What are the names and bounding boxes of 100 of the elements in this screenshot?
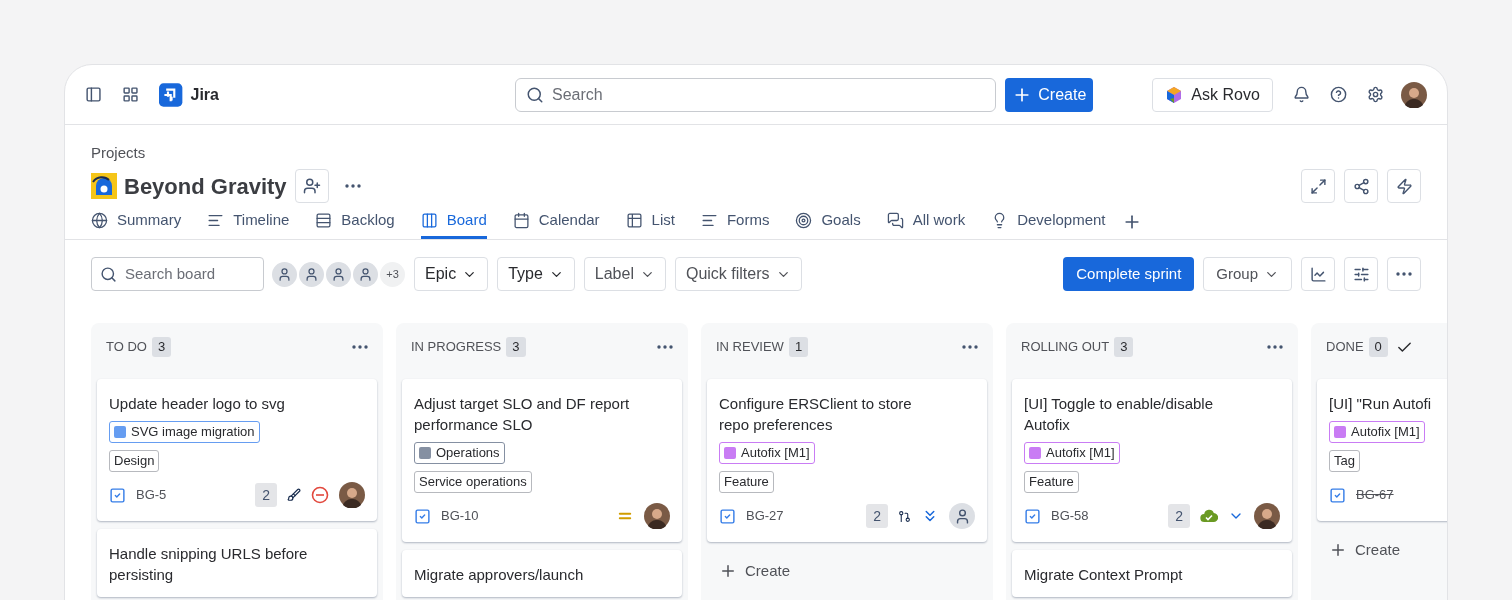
product-name[interactable]: Jira	[190, 82, 219, 107]
complete-sprint-button[interactable]: Complete sprint	[1063, 257, 1195, 291]
nav-tab[interactable]: List	[625, 205, 675, 239]
column-menu-icon[interactable]	[352, 345, 368, 349]
column-count: 3	[506, 337, 526, 357]
group-dropdown[interactable]: Group	[1203, 257, 1292, 291]
user-plus-icon	[302, 177, 321, 195]
filter-dropdown[interactable]: Epic	[414, 257, 489, 291]
create-link[interactable]: Create	[1329, 539, 1401, 562]
filter-dropdown[interactable]: Type	[497, 257, 575, 291]
jira-logo-icon[interactable]	[159, 81, 183, 108]
create-button[interactable]: Create	[1005, 77, 1094, 112]
calendar-icon	[512, 212, 530, 229]
unassigned-avatar	[949, 503, 975, 529]
search-icon	[100, 265, 117, 283]
search-input[interactable]: Search	[552, 82, 986, 107]
column-count: 1	[788, 337, 809, 357]
issue-key[interactable]: BG-27	[746, 506, 784, 526]
column-count: 3	[151, 337, 172, 357]
label-tag[interactable]: Service operations	[414, 471, 532, 493]
more-button[interactable]	[1387, 257, 1421, 291]
nav-tab[interactable]: Board	[420, 205, 487, 239]
card[interactable]: Migrate approvers/launch	[402, 550, 682, 597]
pull-request-icon	[898, 509, 911, 523]
column-title: TO DO	[106, 338, 147, 357]
nav-tab[interactable]: Timeline	[207, 205, 290, 239]
create-link[interactable]: Create	[719, 560, 791, 583]
epic-tag[interactable]: Autofix [M1]	[719, 442, 815, 464]
nav-tab[interactable]: Goals	[795, 205, 861, 239]
people-filter-avatar[interactable]	[353, 261, 378, 287]
ask-rovo-button[interactable]: Ask Rovo	[1152, 77, 1273, 112]
project-avatar-icon[interactable]	[91, 173, 117, 199]
nav-tab[interactable]: Summary	[91, 205, 182, 239]
rovo-logo-icon	[1165, 85, 1184, 104]
epic-name: SVG image migration	[131, 423, 255, 442]
add-people-button[interactable]	[294, 169, 329, 203]
automation-button[interactable]	[1387, 169, 1421, 203]
board-search-input[interactable]: Search board	[125, 262, 245, 286]
people-filter-avatar[interactable]	[326, 261, 351, 287]
card-title: Migrate approvers/launch	[414, 565, 585, 585]
epic-tag[interactable]: Operations	[414, 442, 505, 464]
card-title: Handle snipping URLS before persisting	[109, 544, 309, 585]
insights-button[interactable]	[1301, 257, 1335, 291]
board-search-field[interactable]: Search board	[91, 257, 264, 291]
task-icon	[414, 507, 431, 525]
settings-icon[interactable]	[1366, 85, 1384, 104]
count-badge: 2	[866, 504, 888, 528]
count-badge: 2	[255, 483, 277, 507]
share-icon	[1352, 177, 1370, 195]
epic-tag[interactable]: Autofix [M1]	[1329, 421, 1425, 443]
card-title: [UI] "Run Autofi	[1329, 394, 1433, 414]
more-icon[interactable]	[344, 184, 361, 188]
issue-key[interactable]: BG-58	[1051, 506, 1089, 526]
label-tag[interactable]: Feature	[719, 471, 774, 493]
filter-dropdown[interactable]: Label	[583, 257, 666, 291]
search-field[interactable]: Search	[515, 77, 997, 112]
share-button[interactable]	[1344, 169, 1378, 203]
fullscreen-button[interactable]	[1301, 169, 1335, 203]
nav-tab[interactable]: All work	[886, 205, 966, 239]
sidebar-toggle-icon[interactable]	[85, 85, 103, 104]
people-filter-avatar[interactable]	[299, 261, 324, 287]
task-icon	[1329, 486, 1346, 504]
issue-key[interactable]: BG-10	[441, 506, 479, 526]
card[interactable]: Handle snipping URLS before persisting	[97, 529, 377, 597]
label-tag[interactable]: Feature	[1024, 471, 1079, 493]
card-title: Adjust target SLO and DF report performance SLO	[414, 394, 631, 435]
epic-name: Autofix [M1]	[741, 444, 810, 463]
app-switcher-icon[interactable]	[122, 85, 140, 104]
card[interactable]: Migrate Context Prompt	[1012, 550, 1292, 597]
card[interactable]: [UI] Toggle to enable/disable Autofix Autofix [M1] Feature BG-58 2	[1012, 379, 1292, 542]
nav-tab[interactable]: Forms	[700, 205, 770, 239]
avatar	[1401, 81, 1427, 108]
epic-tag[interactable]: Autofix [M1]	[1024, 442, 1120, 464]
nav-tab[interactable]: Development	[991, 205, 1106, 239]
breadcrumb-link[interactable]: Projects	[91, 144, 146, 161]
help-icon[interactable]	[1329, 85, 1347, 104]
people-filter-avatar[interactable]	[272, 261, 297, 287]
card[interactable]: Update header logo to svg SVG image migration Design BG-5 2	[97, 379, 377, 521]
nav-tab[interactable]: Backlog	[315, 205, 395, 239]
issue-key[interactable]: BG-5	[136, 485, 167, 505]
column-menu-icon[interactable]	[657, 345, 673, 349]
label-tag[interactable]: Design	[109, 450, 160, 472]
nav-tab[interactable]: Calendar	[512, 205, 600, 239]
card[interactable]: [UI] "Run Autofi Autofix [M1] Tag BG-67	[1317, 379, 1447, 521]
filter-dropdown[interactable]: Quick filters	[674, 257, 802, 291]
label-tag[interactable]: Tag	[1329, 450, 1360, 472]
column-menu-icon[interactable]	[962, 345, 978, 349]
issue-key[interactable]: BG-67	[1356, 485, 1394, 505]
card-title: Configure ERSClient to store repo preferences	[719, 394, 913, 435]
brush-icon	[287, 488, 301, 502]
view-settings-button[interactable]	[1344, 257, 1378, 291]
notifications-icon[interactable]	[1292, 85, 1310, 104]
card[interactable]: Adjust target SLO and DF report performance SLO Operations Service operations BG-10	[402, 379, 682, 542]
column-count: 3	[1114, 337, 1134, 357]
card[interactable]: Configure ERSClient to store repo preferences Autofix [M1] Feature BG-27 2	[707, 379, 987, 542]
more-people-badge[interactable]: +3	[380, 261, 405, 287]
search-icon	[526, 85, 544, 104]
cloud-check-icon	[1200, 509, 1218, 523]
epic-tag[interactable]: SVG image migration	[109, 421, 260, 443]
column-menu-icon[interactable]	[1267, 345, 1283, 349]
